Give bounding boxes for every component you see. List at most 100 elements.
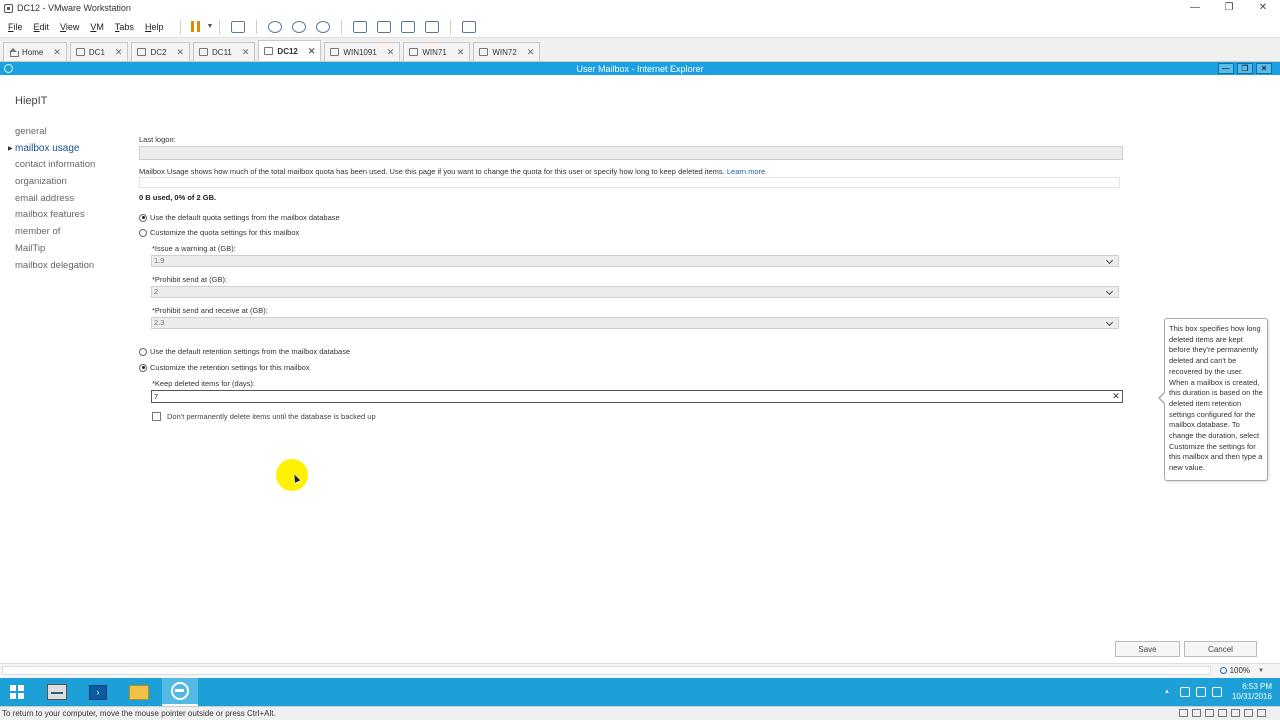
mailbox-usage-description: Mailbox Usage shows how much of the tota… — [139, 167, 766, 176]
minimize-icon[interactable]: — — [1218, 63, 1234, 74]
tab-dc2[interactable]: DC2 ✕ — [131, 42, 191, 61]
page-title: HiepIT — [15, 95, 48, 107]
dont-delete-checkbox[interactable] — [152, 412, 161, 421]
nav-item-member-of[interactable]: member of — [15, 224, 95, 241]
tab-dc12[interactable]: DC12 ✕ — [258, 40, 322, 61]
retention-custom-option[interactable]: Customize the retention settings for thi… — [139, 363, 310, 372]
message-icon[interactable] — [1257, 709, 1266, 717]
usage-bar — [139, 177, 1120, 188]
zoom-icon — [1219, 667, 1227, 674]
caret-right-icon: ▶ — [8, 145, 13, 152]
nav-item-mailbox-features[interactable]: mailbox features — [15, 207, 95, 224]
hard-disk-icon[interactable] — [1179, 709, 1188, 717]
pause-icon[interactable] — [191, 21, 201, 32]
tab-win71[interactable]: WIN71 ✕ — [403, 42, 471, 61]
retention-default-option[interactable]: Use the default retention settings from … — [139, 347, 350, 356]
chevron-down-icon[interactable]: ▼ — [1258, 668, 1264, 674]
learn-more-link[interactable]: Learn more — [727, 167, 765, 176]
console-view-icon[interactable] — [462, 20, 477, 33]
cancel-button[interactable]: Cancel — [1184, 641, 1257, 657]
close-icon[interactable]: ✕ — [115, 47, 123, 58]
retention-custom-radio[interactable] — [139, 363, 147, 372]
chevron-down-icon — [1106, 287, 1115, 297]
close-icon[interactable]: ✕ — [527, 47, 535, 58]
close-icon[interactable]: ✕ — [308, 46, 316, 57]
retention-default-radio[interactable] — [139, 347, 147, 356]
nav-item-contact-information[interactable]: contact information — [15, 157, 95, 174]
vmware-tab-strip: Home ✕ DC1 ✕ DC2 ✕ DC11 ✕ DC12 ✕ WIN1091 ✕ WIN… — [0, 38, 1280, 62]
close-icon[interactable]: ✕ — [1256, 63, 1272, 74]
prohibit-send-receive-select[interactable]: 2.3 — [151, 317, 1119, 329]
send-ctrl-alt-del-icon[interactable] — [231, 20, 246, 33]
vmware-app-icon — [4, 3, 13, 13]
minimize-icon[interactable]: — — [1178, 0, 1212, 14]
network-adapter-icon[interactable] — [1205, 709, 1214, 717]
close-icon[interactable]: ✕ — [242, 47, 250, 58]
show-library-icon[interactable] — [353, 20, 368, 33]
unity-icon[interactable] — [425, 20, 440, 33]
prohibit-send-select[interactable]: 2 — [151, 286, 1119, 298]
zoom-control[interactable]: 100% ▼ — [1219, 666, 1264, 675]
fullscreen-icon[interactable] — [401, 20, 416, 33]
volume-icon[interactable] — [1211, 687, 1222, 697]
quota-default-option[interactable]: Use the default quota settings from the … — [139, 213, 340, 222]
thumbnail-bar-icon[interactable] — [377, 20, 392, 33]
menu-help[interactable]: Help — [145, 22, 164, 32]
taskbar-server-manager[interactable] — [39, 678, 75, 706]
chevron-down-icon — [1106, 318, 1115, 328]
close-icon[interactable]: ✕ — [387, 47, 395, 58]
tab-win72[interactable]: WIN72 ✕ — [473, 42, 541, 61]
start-button[interactable] — [0, 678, 34, 706]
display-icon[interactable] — [1244, 709, 1253, 717]
toolbar-separator — [219, 19, 221, 34]
nav-item-email-address[interactable]: email address — [15, 191, 95, 208]
usb-icon[interactable] — [1218, 709, 1227, 717]
warning-select[interactable]: 1.9 — [151, 255, 1119, 267]
clear-icon[interactable]: ✕ — [1111, 391, 1121, 402]
nav-item-mailbox-delegation[interactable]: mailbox delegation — [15, 258, 95, 275]
taskbar-internet-explorer[interactable] — [162, 678, 198, 706]
quota-custom-radio[interactable] — [139, 228, 147, 237]
taskbar-clock[interactable]: 6:53 PM 10/31/2016 — [1232, 682, 1272, 702]
menu-file[interactable]: File — [8, 22, 23, 32]
nav-item-mailbox-usage[interactable]: ▶ mailbox usage — [8, 141, 95, 158]
flag-icon[interactable] — [1179, 687, 1190, 697]
taskbar-file-explorer[interactable] — [121, 678, 157, 706]
tab-dc11[interactable]: DC11 ✕ — [193, 42, 256, 61]
tab-dc1[interactable]: DC1 ✕ — [69, 42, 129, 61]
snapshot-manager-icon[interactable] — [316, 20, 331, 33]
restore-icon[interactable]: ❐ — [1212, 0, 1246, 14]
nav-item-general[interactable]: general — [15, 124, 95, 141]
close-icon[interactable]: ✕ — [457, 47, 465, 58]
quota-custom-option[interactable]: Customize the quota settings for this ma… — [139, 228, 299, 237]
close-icon[interactable]: ✕ — [53, 47, 61, 58]
sound-icon[interactable] — [1231, 709, 1240, 717]
revert-snapshot-icon[interactable] — [292, 20, 307, 33]
nav-item-mailtip[interactable]: MailTip — [15, 241, 95, 258]
tab-home[interactable]: Home ✕ — [3, 42, 67, 61]
ie-window-title: User Mailbox - Internet Explorer — [576, 63, 704, 74]
maximize-icon[interactable]: ❐ — [1237, 63, 1253, 74]
toolbar-separator — [341, 19, 343, 34]
network-icon[interactable] — [1195, 687, 1206, 697]
vmware-device-icons — [1179, 709, 1266, 717]
nav-item-organization[interactable]: organization — [15, 174, 95, 191]
chevron-up-icon[interactable]: ▲ — [1164, 689, 1170, 695]
quota-default-radio[interactable] — [139, 213, 147, 222]
save-button[interactable]: Save — [1115, 641, 1180, 657]
snapshot-icon[interactable] — [268, 20, 283, 33]
close-icon[interactable]: ✕ — [1246, 0, 1280, 14]
dont-delete-option[interactable]: Don't permanently delete items until the… — [152, 412, 376, 421]
close-icon[interactable]: ✕ — [176, 47, 184, 58]
vm-icon — [479, 48, 489, 56]
tab-win1091[interactable]: WIN1091 ✕ — [324, 42, 401, 61]
menu-tabs[interactable]: Tabs — [115, 22, 134, 32]
menu-view[interactable]: View — [60, 22, 79, 32]
windows-logo-icon — [10, 685, 24, 699]
menu-vm[interactable]: VM — [90, 22, 104, 32]
chevron-down-icon[interactable]: ▼ — [206, 23, 213, 30]
menu-edit[interactable]: Edit — [34, 22, 50, 32]
keep-deleted-input[interactable] — [151, 390, 1123, 403]
cd-drive-icon[interactable] — [1192, 709, 1201, 717]
taskbar-powershell[interactable]: › — [80, 678, 116, 706]
